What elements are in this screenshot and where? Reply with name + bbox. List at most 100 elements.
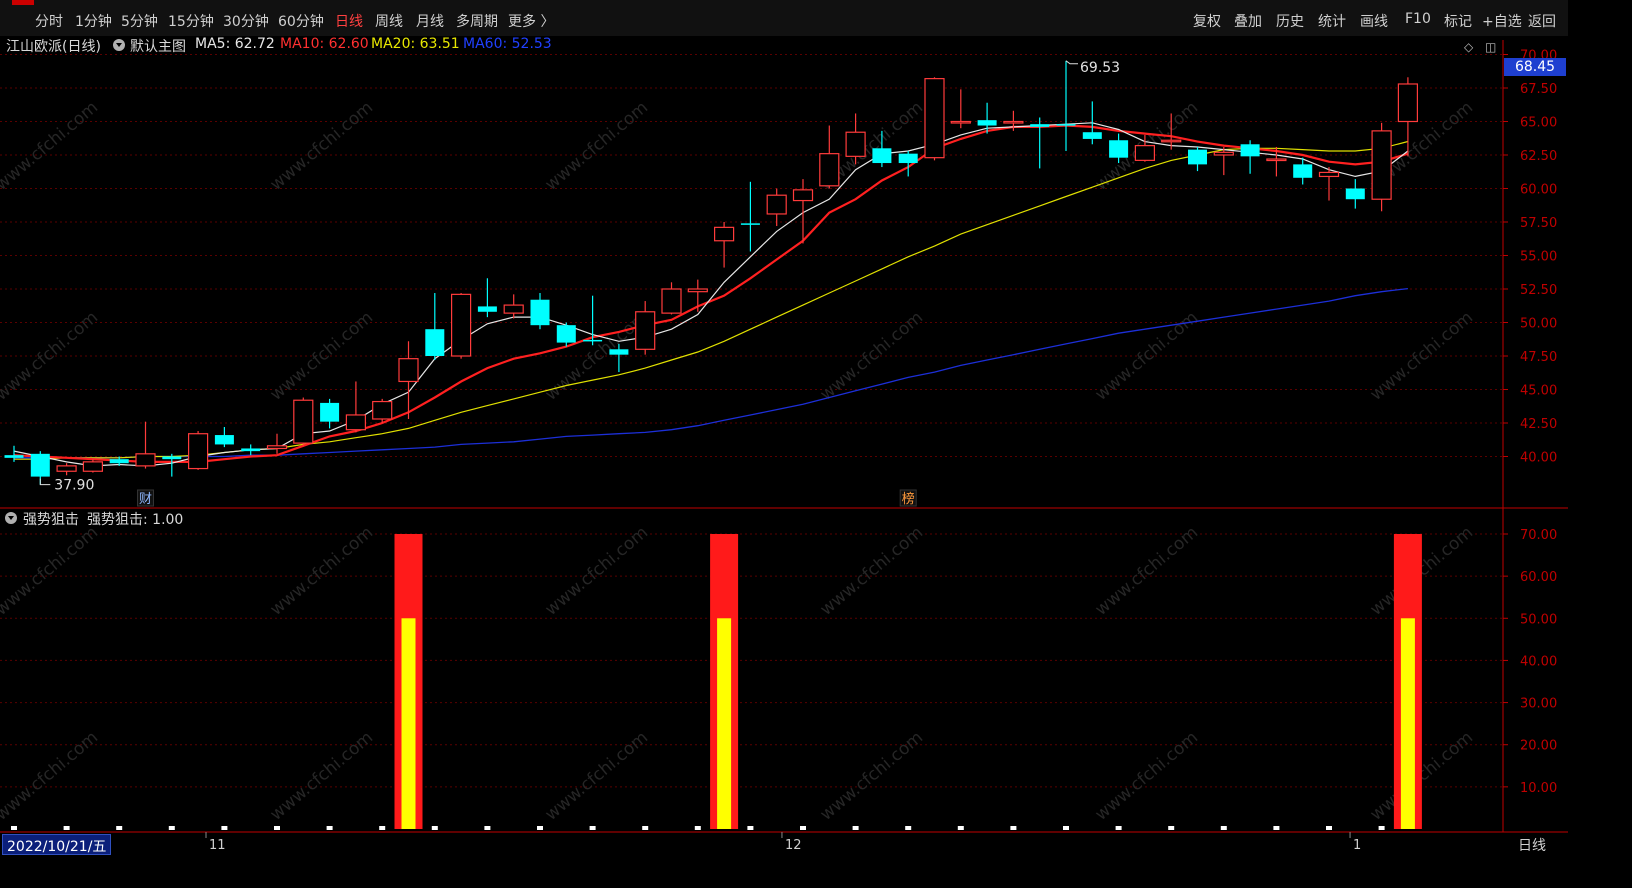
zero-marker (1010, 826, 1017, 830)
zero-marker (1220, 826, 1227, 830)
date-tick-label: 1 (1353, 838, 1361, 853)
zero-marker (589, 826, 596, 830)
watermark-text: www.cfchi.com (542, 523, 652, 620)
signal-bar-inner (1400, 618, 1415, 829)
watermark-text: www.cfchi.com (267, 523, 377, 620)
high-marker-label: 69.53 (1080, 60, 1120, 76)
indicator-tick-label: 60.00 (1520, 570, 1557, 585)
zero-marker (1378, 826, 1385, 830)
candle-body-down (977, 120, 997, 126)
zero-marker (1273, 826, 1280, 830)
zero-marker (221, 826, 228, 830)
ma10-line (13, 124, 1409, 463)
candle-body-up (82, 461, 104, 472)
candle-body-down (898, 153, 918, 164)
candle-body-up (1266, 158, 1287, 162)
candle-body-down (1082, 132, 1102, 139)
price-tick-label: 45.00 (1520, 384, 1557, 399)
candle-body-up (924, 78, 945, 159)
candle-body-up (635, 311, 656, 350)
zero-marker (431, 826, 438, 830)
ma60-line (14, 287, 1408, 459)
last-price-badge: 68.45 (1504, 58, 1566, 76)
zero-marker (63, 826, 70, 830)
candle-body-down (109, 459, 129, 464)
date-tick-label: 11 (209, 838, 226, 853)
period-label: 日线 (1518, 838, 1546, 854)
signal-bar-inner (717, 618, 732, 829)
zero-marker (694, 826, 701, 830)
candle-body-up (372, 400, 393, 420)
moving-average-lines (13, 122, 1409, 467)
price-tick-label: 65.00 (1520, 116, 1557, 131)
zero-marker (326, 826, 333, 830)
price-tick-label: 47.50 (1520, 350, 1557, 365)
zero-marker (957, 826, 964, 830)
candle-body-up (1134, 145, 1156, 161)
zero-marker (11, 826, 17, 830)
zero-marker (1063, 826, 1069, 830)
candle-body-up (1161, 139, 1182, 143)
date-tick-label: 12 (785, 838, 802, 853)
price-tick-label: 57.50 (1520, 216, 1557, 231)
candle-body-down (1240, 144, 1260, 157)
candle-body-down (1030, 124, 1050, 127)
chart-frame (0, 40, 1568, 833)
zero-marker (274, 826, 280, 830)
watermark-text: www.cfchi.com (0, 98, 102, 195)
candle-body-up (451, 293, 472, 357)
watermark-text: www.cfchi.com (1092, 523, 1202, 620)
candlestick-series (4, 60, 1419, 485)
low-marker-label: 37.90 (54, 478, 94, 494)
watermark-text: www.cfchi.com (0, 523, 102, 620)
candle-body-up (345, 414, 366, 431)
watermark-text: www.cfchi.com (542, 728, 652, 825)
indicator-tick-label: 70.00 (1520, 528, 1557, 543)
price-axis: 70.0067.5065.0062.5060.0057.5055.0052.50… (1503, 49, 1557, 466)
candle-body-down (1056, 124, 1076, 126)
price-tick-label: 40.00 (1520, 451, 1557, 466)
chart-gridlines (0, 54, 1503, 788)
low-marker-line (39, 478, 51, 486)
price-tick-label: 52.50 (1520, 283, 1557, 298)
watermark-text: www.cfchi.com (0, 728, 102, 825)
candle-body-down (214, 435, 234, 445)
event-marker-label: 财 (139, 492, 152, 507)
ma5-line (13, 122, 1409, 467)
candle-body-up (1213, 151, 1234, 156)
watermark-text: www.cfchi.com (817, 523, 927, 620)
watermark-text: www.cfchi.com (542, 98, 652, 195)
zero-marker (800, 826, 806, 830)
high-marker-line (1065, 60, 1078, 65)
price-tick-label: 42.50 (1520, 417, 1557, 432)
zero-marker (379, 826, 386, 830)
stock-chart-canvas[interactable]: www.cfchi.com www.cfchi.com www.cfchi.com w… (0, 0, 1568, 853)
candle-body-up (503, 304, 524, 314)
candle-body-down (320, 402, 340, 422)
candle-body-down (1109, 140, 1129, 158)
candle-body-down (477, 306, 497, 312)
candle-body-up (713, 226, 735, 242)
zero-marker (852, 826, 859, 830)
date-axis: 11 12 1 (205, 832, 1361, 853)
zero-marker (116, 826, 123, 830)
candle-body-up (950, 120, 971, 124)
candle-body-up (792, 189, 814, 202)
candle-body-up (188, 433, 209, 470)
zero-marker (642, 826, 649, 830)
candle-body-down (556, 325, 576, 343)
candle-body-up (1371, 130, 1392, 200)
indicator-tick-label: 10.00 (1520, 781, 1557, 796)
candle-body-up (135, 453, 156, 467)
watermark-layer: www.cfchi.com www.cfchi.com www.cfchi.com w… (0, 98, 1477, 825)
candle-body-up (293, 399, 314, 444)
candle-body-down (1188, 149, 1207, 165)
watermark-text: www.cfchi.com (817, 728, 927, 825)
candle-body-down (1345, 188, 1365, 200)
zero-marker (484, 826, 491, 830)
candle-body-up (845, 131, 866, 157)
candle-body-up (766, 194, 787, 215)
signal-bars (11, 534, 1422, 830)
candle-body-up (661, 288, 682, 314)
candle-body-down (530, 299, 550, 326)
